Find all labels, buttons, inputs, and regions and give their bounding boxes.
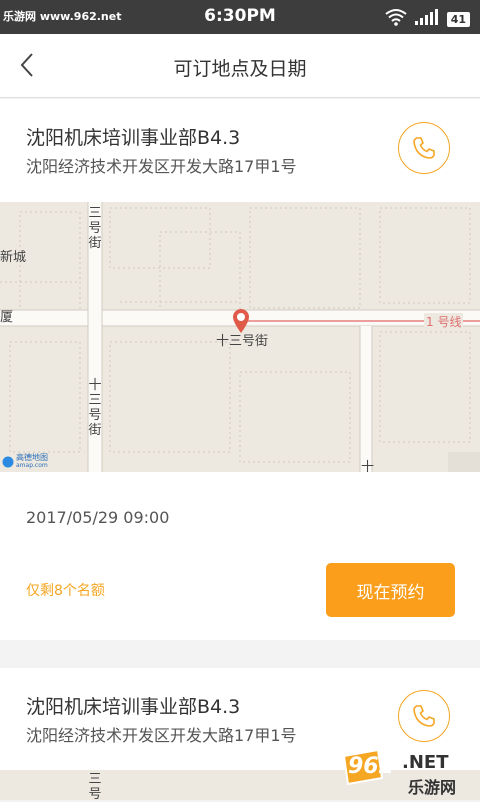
- map-label: 三号: [88, 772, 102, 802]
- phone-icon: [413, 137, 435, 159]
- map-label: 十三号街: [88, 378, 102, 438]
- amap-logo: 高德地图 amap.com: [2, 454, 48, 470]
- map-label: 三号街: [88, 206, 102, 251]
- book-now-button[interactable]: 现在预约: [326, 563, 455, 617]
- map-label: 新城: [0, 250, 27, 265]
- location-card: 沈阳机床培训事业部B4.3 沈阳经济技术开发区开发大路17甲1号: [0, 99, 480, 202]
- location-name: 沈阳机床培训事业部B4.3: [26, 127, 241, 149]
- phone-button[interactable]: [398, 122, 450, 174]
- remaining-slots: 仅剩8个名额: [26, 583, 105, 599]
- map-pin-icon: [232, 308, 250, 338]
- phone-icon: [413, 705, 435, 727]
- status-bar: 乐游网 www.962.net 6:30PM 41: [0, 0, 480, 34]
- booking-date: 2017/05/29 09:00: [26, 508, 170, 527]
- location-address: 沈阳经济技术开发区开发大路17甲1号: [26, 157, 297, 176]
- map-label: 十: [361, 460, 375, 472]
- page-title: 可订地点及日期: [173, 58, 307, 80]
- phone-button[interactable]: [398, 690, 450, 742]
- watermark-logo: 962 .NET 乐游网: [338, 748, 480, 800]
- location-address: 沈阳经济技术开发区开发大路17甲1号: [26, 726, 297, 745]
- battery-icon: 41: [446, 11, 470, 27]
- map-view[interactable]: 新城 厦 十三号街 1 号线 三号街 十三号街 十 高德地图 amap.com: [0, 202, 480, 472]
- metro-line-label: 1 号线: [424, 313, 464, 330]
- nav-bar: 可订地点及日期: [0, 34, 480, 98]
- location-name: 沈阳机床培训事业部B4.3: [26, 696, 241, 718]
- map-label: 厦: [0, 310, 14, 325]
- status-icons: 41: [385, 8, 470, 30]
- signal-icon: [414, 9, 439, 29]
- amap-icon: [2, 456, 14, 468]
- wifi-icon: [385, 8, 407, 30]
